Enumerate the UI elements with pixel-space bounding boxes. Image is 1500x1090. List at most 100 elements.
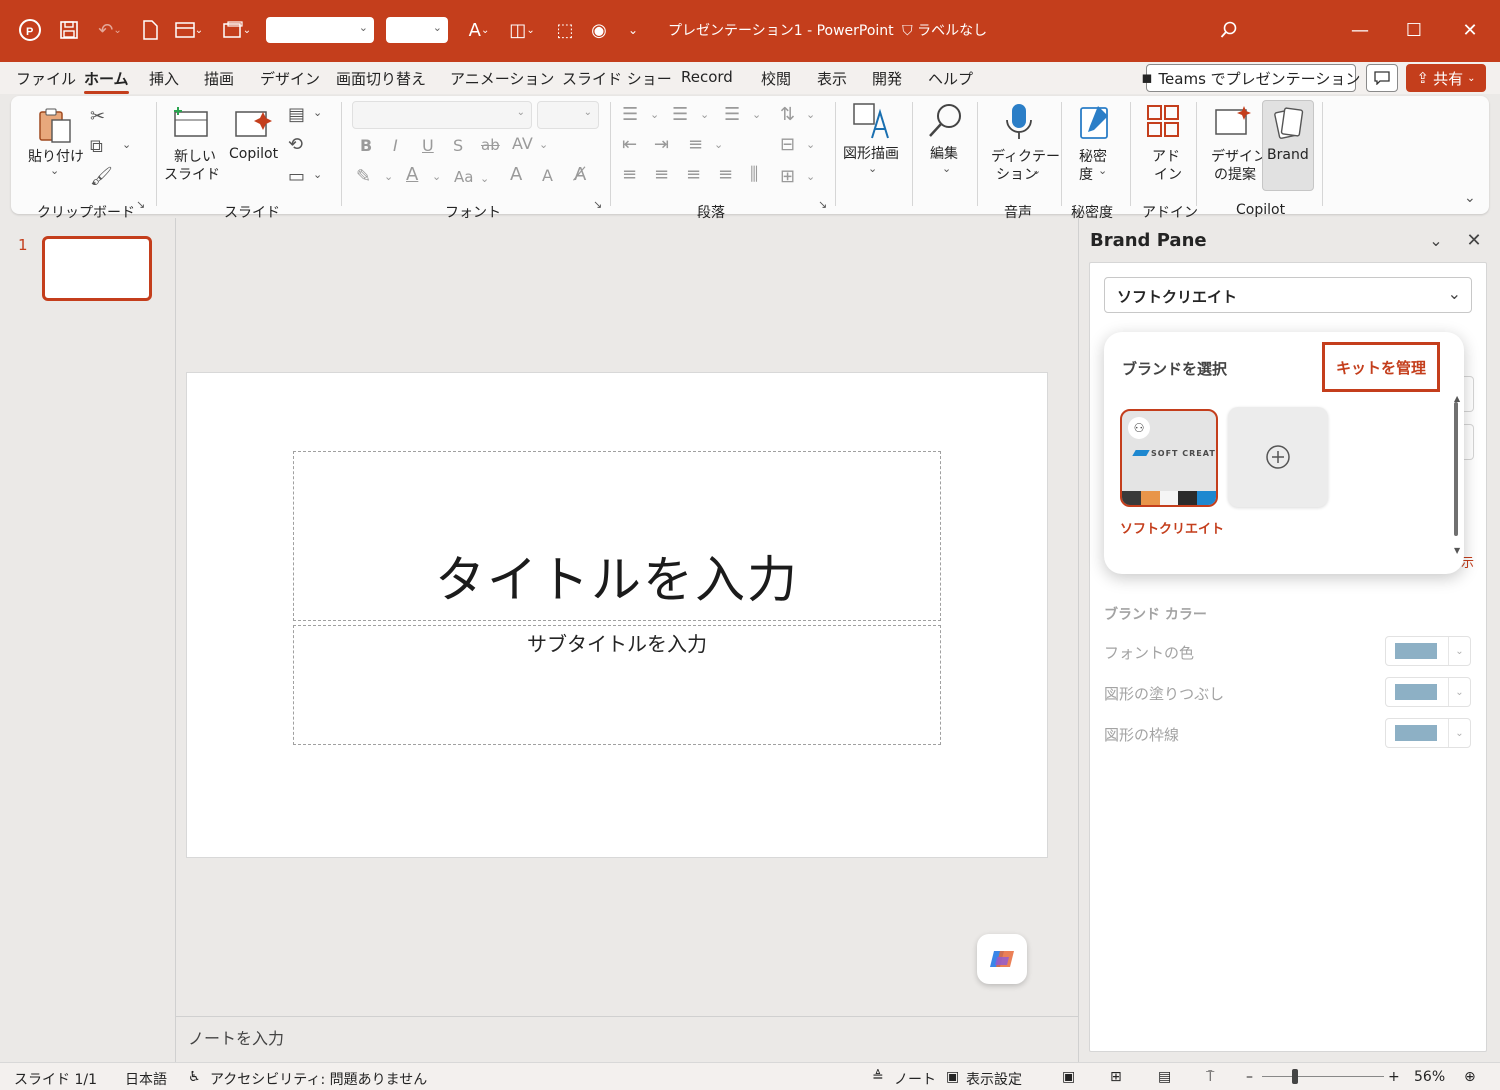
brand-kit-select[interactable]: ソフトクリエイト ⌄ (1104, 277, 1472, 313)
comment-icon[interactable] (1366, 64, 1398, 92)
tab-file[interactable]: ファイル (16, 68, 76, 89)
distribute-icon[interactable]: ⫼ (750, 164, 758, 185)
align-left-icon[interactable]: ≡ (622, 164, 637, 185)
tab-record[interactable]: Record (681, 68, 733, 86)
layout-icon[interactable]: ⌄ (168, 14, 210, 46)
align-text-icon[interactable]: ⊟ (780, 134, 795, 155)
zoom-slider-thumb[interactable] (1292, 1069, 1298, 1084)
paragraph-dialog-launcher-icon[interactable]: ↘ (818, 198, 827, 211)
font-color-picker[interactable]: ⌄ (1385, 636, 1471, 666)
layout-chevron-icon[interactable]: ⌄ (313, 106, 322, 119)
minimize-icon[interactable]: — (1340, 14, 1380, 46)
slide-thumbnail[interactable] (42, 236, 152, 301)
change-case-chevron-icon[interactable]: ⌄ (480, 172, 489, 185)
addins-icon[interactable] (1146, 104, 1180, 142)
sensitivity-label[interactable]: ラベルなし (917, 23, 987, 39)
tab-home[interactable]: ホーム (84, 68, 129, 94)
tab-design[interactable]: デザイン (260, 68, 320, 89)
columns-icon[interactable]: ≡ (688, 134, 703, 155)
shadow-icon[interactable]: S (453, 136, 463, 155)
reading-view-icon[interactable]: ▤ (1158, 1069, 1171, 1085)
save-icon[interactable] (54, 14, 84, 46)
find-icon[interactable] (927, 102, 965, 144)
close-icon[interactable]: ✕ (1462, 228, 1486, 252)
arrange-icon[interactable]: ⌄ (216, 14, 258, 46)
text-color-chevron-icon[interactable]: ⌄ (432, 170, 441, 183)
bold-icon[interactable]: B (360, 136, 372, 155)
tab-draw[interactable]: 描画 (204, 68, 234, 89)
align-text-chevron-icon[interactable]: ⌄ (806, 138, 815, 151)
zoom-level[interactable]: 56% (1414, 1069, 1445, 1085)
zoom-out-button[interactable]: – (1246, 1069, 1253, 1085)
ribbon-expand-chevron-icon[interactable]: ⌄ (1464, 190, 1476, 206)
tab-help[interactable]: ヘルプ (928, 68, 973, 89)
align-center-icon[interactable]: ≡ (654, 164, 669, 185)
fit-to-window-icon[interactable]: ⊕ (1464, 1069, 1476, 1085)
dialog-launcher-icon[interactable]: ↘ (136, 198, 145, 211)
select-icon[interactable]: ⬚ (550, 14, 580, 46)
text-direction-icon[interactable]: ⇅ (780, 104, 795, 125)
accessibility-icon[interactable]: ♿︎ (188, 1069, 201, 1085)
microphone-icon[interactable] (1004, 102, 1034, 146)
reset-icon[interactable]: ⟲ (288, 134, 303, 155)
title-placeholder[interactable]: タイトルを入力 (293, 451, 941, 621)
shrink-font-icon[interactable]: A (542, 166, 553, 185)
maximize-icon[interactable]: ☐ (1394, 14, 1434, 46)
shape-fill-picker[interactable]: ⌄ (1385, 677, 1471, 707)
highlight-icon[interactable]: ✎ (356, 166, 371, 187)
underline-icon[interactable]: U (422, 136, 434, 155)
new-slide-icon[interactable] (172, 106, 210, 144)
dictate-chevron-icon[interactable]: ⌄ (1032, 164, 1041, 177)
grow-font-icon[interactable]: A (510, 164, 522, 185)
numbering-chevron-icon[interactable]: ⌄ (700, 108, 709, 121)
notes-divider[interactable] (176, 1016, 1078, 1017)
tab-animations[interactable]: アニメーション (450, 68, 554, 89)
record-icon[interactable]: ◉ (586, 14, 612, 46)
bullets-chevron-icon[interactable]: ⌄ (650, 108, 659, 121)
columns-chevron-icon[interactable]: ⌄ (714, 138, 723, 151)
notes-toggle-label[interactable]: ノート (894, 1069, 936, 1089)
notes-toggle-icon[interactable]: ≜ (872, 1069, 884, 1085)
copy-icon[interactable]: ⧉ (90, 136, 103, 157)
chevron-down-icon[interactable]: ⌄ (1424, 228, 1448, 252)
zoom-slider-track[interactable] (1262, 1076, 1384, 1077)
cut-icon[interactable]: ✂ (90, 106, 105, 127)
normal-view-icon[interactable]: ▣ (1062, 1069, 1075, 1085)
close-icon[interactable]: ✕ (1450, 14, 1490, 46)
shapes-icon[interactable]: ◫ ⌄ (502, 14, 542, 46)
shape-draw-icon[interactable] (852, 102, 890, 144)
font-size-select[interactable]: ⌄ (386, 17, 448, 43)
paste-icon[interactable] (36, 106, 76, 150)
character-spacing-icon[interactable]: AV (512, 134, 533, 153)
font-dialog-launcher-icon[interactable]: ↘ (593, 198, 602, 211)
display-settings-icon[interactable]: ▣ (946, 1069, 959, 1085)
sensitivity-icon[interactable] (1078, 102, 1112, 146)
brand-card[interactable]: ⚇ SOFT CREATE (1120, 409, 1218, 507)
accessibility-status[interactable]: アクセシビリティ: 問題ありません (210, 1069, 427, 1089)
tab-transitions[interactable]: 画面切り替え (336, 68, 426, 89)
text-color-icon[interactable]: A (406, 164, 418, 185)
tab-slideshow[interactable]: スライド ショー (562, 68, 672, 89)
font-color-icon[interactable]: A ⌄ (460, 14, 498, 46)
bullets-icon[interactable]: ☰ (622, 104, 638, 125)
customize-icon[interactable]: ⌄ (622, 14, 644, 46)
increase-indent-icon[interactable]: ⇥ (654, 134, 669, 155)
sensitivity-chevron-icon[interactable]: ⌄ (1098, 164, 1107, 177)
clear-formatting-icon[interactable]: A̸ (574, 164, 586, 185)
search-icon[interactable] (1216, 14, 1242, 46)
add-brand-button[interactable] (1228, 407, 1328, 507)
shape-draw-chevron-icon[interactable]: ⌄ (868, 162, 877, 175)
pane-divider[interactable] (1078, 218, 1079, 1062)
strikethrough-icon[interactable]: ab (481, 136, 500, 154)
spacing-chevron-icon[interactable]: ⌄ (539, 138, 548, 151)
new-slide-chevron-icon[interactable]: ⌄ (209, 164, 218, 177)
font-family-select[interactable]: ⌄ (266, 17, 374, 43)
share-button[interactable]: ⇪ 共有 ⌄ (1406, 64, 1486, 92)
paste-chevron-icon[interactable]: ⌄ (50, 164, 59, 177)
copy-chevron-icon[interactable]: ⌄ (122, 138, 131, 151)
numbering-icon[interactable]: ☰ (672, 104, 688, 125)
designer-icon[interactable] (1214, 104, 1254, 142)
display-settings-label[interactable]: 表示設定 (966, 1069, 1022, 1089)
section-icon[interactable]: ▭ (288, 166, 305, 187)
slide-sorter-icon[interactable]: ⊞ (1110, 1069, 1122, 1085)
